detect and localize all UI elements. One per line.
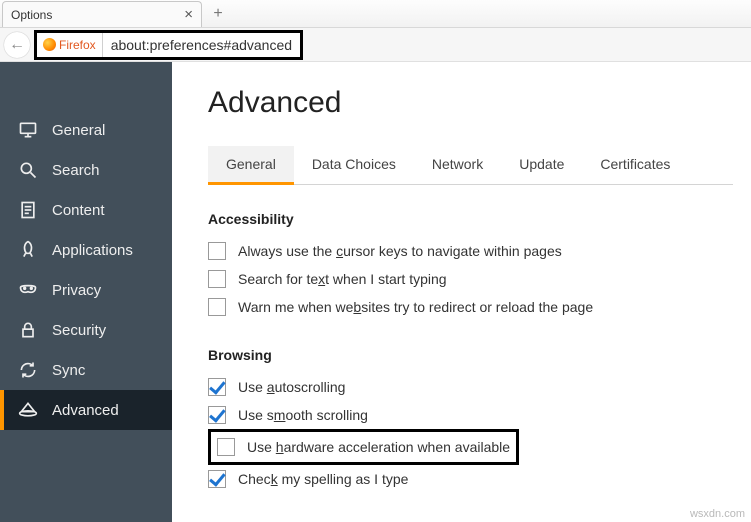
- sidebar-item-advanced[interactable]: Advanced: [0, 390, 172, 430]
- checkbox-autoscrolling[interactable]: [208, 378, 226, 396]
- search-icon: [18, 160, 38, 180]
- monitor-icon: [18, 120, 38, 140]
- option-label: Always use the cursor keys to navigate w…: [238, 243, 562, 259]
- sidebar-item-content[interactable]: Content: [0, 190, 172, 230]
- sidebar: General Search Content Applications Priv…: [0, 62, 172, 522]
- main-area: General Search Content Applications Priv…: [0, 62, 751, 522]
- sidebar-item-general[interactable]: General: [0, 110, 172, 150]
- sidebar-item-applications[interactable]: Applications: [0, 230, 172, 270]
- option-autoscrolling: Use autoscrolling: [208, 373, 733, 401]
- tab-title: Options: [11, 8, 52, 22]
- subtab-general[interactable]: General: [208, 146, 294, 184]
- browsing-heading: Browsing: [208, 347, 733, 363]
- sidebar-item-label: Applications: [52, 242, 133, 259]
- page-title: Advanced: [208, 86, 733, 120]
- option-label: Search for text when I start typing: [238, 271, 447, 287]
- option-cursor-keys: Always use the cursor keys to navigate w…: [208, 237, 733, 265]
- rocket-icon: [18, 240, 38, 260]
- checkbox-smooth-scrolling[interactable]: [208, 406, 226, 424]
- checkbox-search-text[interactable]: [208, 270, 226, 288]
- sidebar-item-sync[interactable]: Sync: [0, 350, 172, 390]
- close-icon[interactable]: ×: [184, 7, 193, 22]
- option-label: Use smooth scrolling: [238, 407, 368, 423]
- badge-label: Firefox: [59, 38, 96, 52]
- sidebar-item-label: Content: [52, 202, 105, 219]
- sync-icon: [18, 360, 38, 380]
- sidebar-item-label: Sync: [52, 362, 85, 379]
- sidebar-item-label: General: [52, 122, 105, 139]
- option-search-text: Search for text when I start typing: [208, 265, 733, 293]
- sidebar-item-privacy[interactable]: Privacy: [0, 270, 172, 310]
- sidebar-item-search[interactable]: Search: [0, 150, 172, 190]
- option-label: Use hardware acceleration when available: [247, 439, 510, 455]
- lock-icon: [18, 320, 38, 340]
- subtab-data-choices[interactable]: Data Choices: [294, 146, 414, 184]
- checkbox-cursor-keys[interactable]: [208, 242, 226, 260]
- subtab-network[interactable]: Network: [414, 146, 501, 184]
- option-smooth-scrolling: Use smooth scrolling: [208, 401, 733, 429]
- sidebar-item-label: Security: [52, 322, 106, 339]
- document-icon: [18, 200, 38, 220]
- subtab-bar: General Data Choices Network Update Cert…: [208, 146, 733, 185]
- subtab-update[interactable]: Update: [501, 146, 582, 184]
- arrow-left-icon: ←: [9, 36, 25, 54]
- sidebar-item-label: Advanced: [52, 402, 119, 419]
- mask-icon: [18, 280, 38, 300]
- option-label: Use autoscrolling: [238, 379, 345, 395]
- url-text: about:preferences#advanced: [103, 37, 300, 53]
- tab-strip: Options × +: [0, 0, 751, 28]
- address-bar[interactable]: Firefox about:preferences#advanced: [34, 30, 303, 60]
- subtab-certificates[interactable]: Certificates: [582, 146, 688, 184]
- option-label: Check my spelling as I type: [238, 471, 408, 487]
- hat-icon: [18, 400, 38, 420]
- option-label: Warn me when websites try to redirect or…: [238, 299, 593, 315]
- checkbox-warn-redirect[interactable]: [208, 298, 226, 316]
- new-tab-button[interactable]: +: [208, 5, 228, 23]
- highlight-hw-accel: Use hardware acceleration when available: [208, 429, 519, 465]
- accessibility-heading: Accessibility: [208, 211, 733, 227]
- sidebar-item-label: Privacy: [52, 282, 101, 299]
- firefox-icon: [43, 38, 56, 51]
- browser-tab[interactable]: Options ×: [2, 1, 202, 27]
- navigation-toolbar: ← Firefox about:preferences#advanced: [0, 28, 751, 62]
- checkbox-check-spelling[interactable]: [208, 470, 226, 488]
- back-button[interactable]: ←: [4, 32, 30, 58]
- option-hardware-accel: Use hardware acceleration when available: [217, 436, 510, 458]
- sidebar-item-security[interactable]: Security: [0, 310, 172, 350]
- option-warn-redirect: Warn me when websites try to redirect or…: [208, 293, 733, 321]
- firefox-badge: Firefox: [37, 33, 103, 57]
- checkbox-hardware-accel[interactable]: [217, 438, 235, 456]
- sidebar-item-label: Search: [52, 162, 100, 179]
- content-pane: Advanced General Data Choices Network Up…: [172, 62, 751, 522]
- option-check-spelling: Check my spelling as I type: [208, 465, 733, 493]
- watermark: wsxdn.com: [690, 508, 745, 520]
